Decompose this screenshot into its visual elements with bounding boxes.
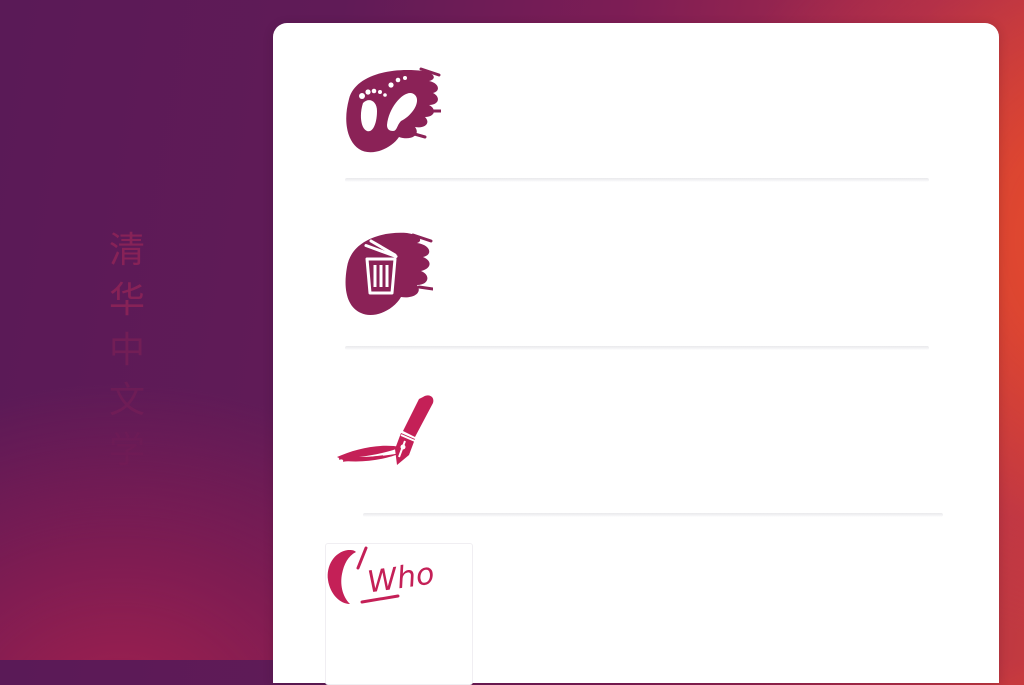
list-item-who[interactable]: Who <box>325 543 473 685</box>
divider <box>363 513 943 517</box>
title-char: 华 <box>108 280 145 321</box>
content-panel: Who <box>273 23 999 685</box>
title-char: 中 <box>108 330 145 371</box>
who-speech-icon[interactable]: Who <box>326 544 438 614</box>
vertical-title: 清 华 中 文 学 <box>100 226 154 476</box>
trash-bin-icon[interactable] <box>337 227 433 319</box>
divider <box>345 178 929 182</box>
divider <box>345 346 929 350</box>
title-char: 学 <box>108 430 145 471</box>
list-item-trash[interactable] <box>273 183 999 353</box>
who-text: Who <box>365 556 436 600</box>
title-char: 清 <box>108 230 145 271</box>
title-char: 文 <box>108 380 145 421</box>
fountain-pen-icon[interactable] <box>335 393 441 475</box>
list-item-footprints[interactable] <box>273 23 999 183</box>
list-item-pen[interactable] <box>273 353 999 523</box>
footprints-icon[interactable] <box>341 65 441 157</box>
